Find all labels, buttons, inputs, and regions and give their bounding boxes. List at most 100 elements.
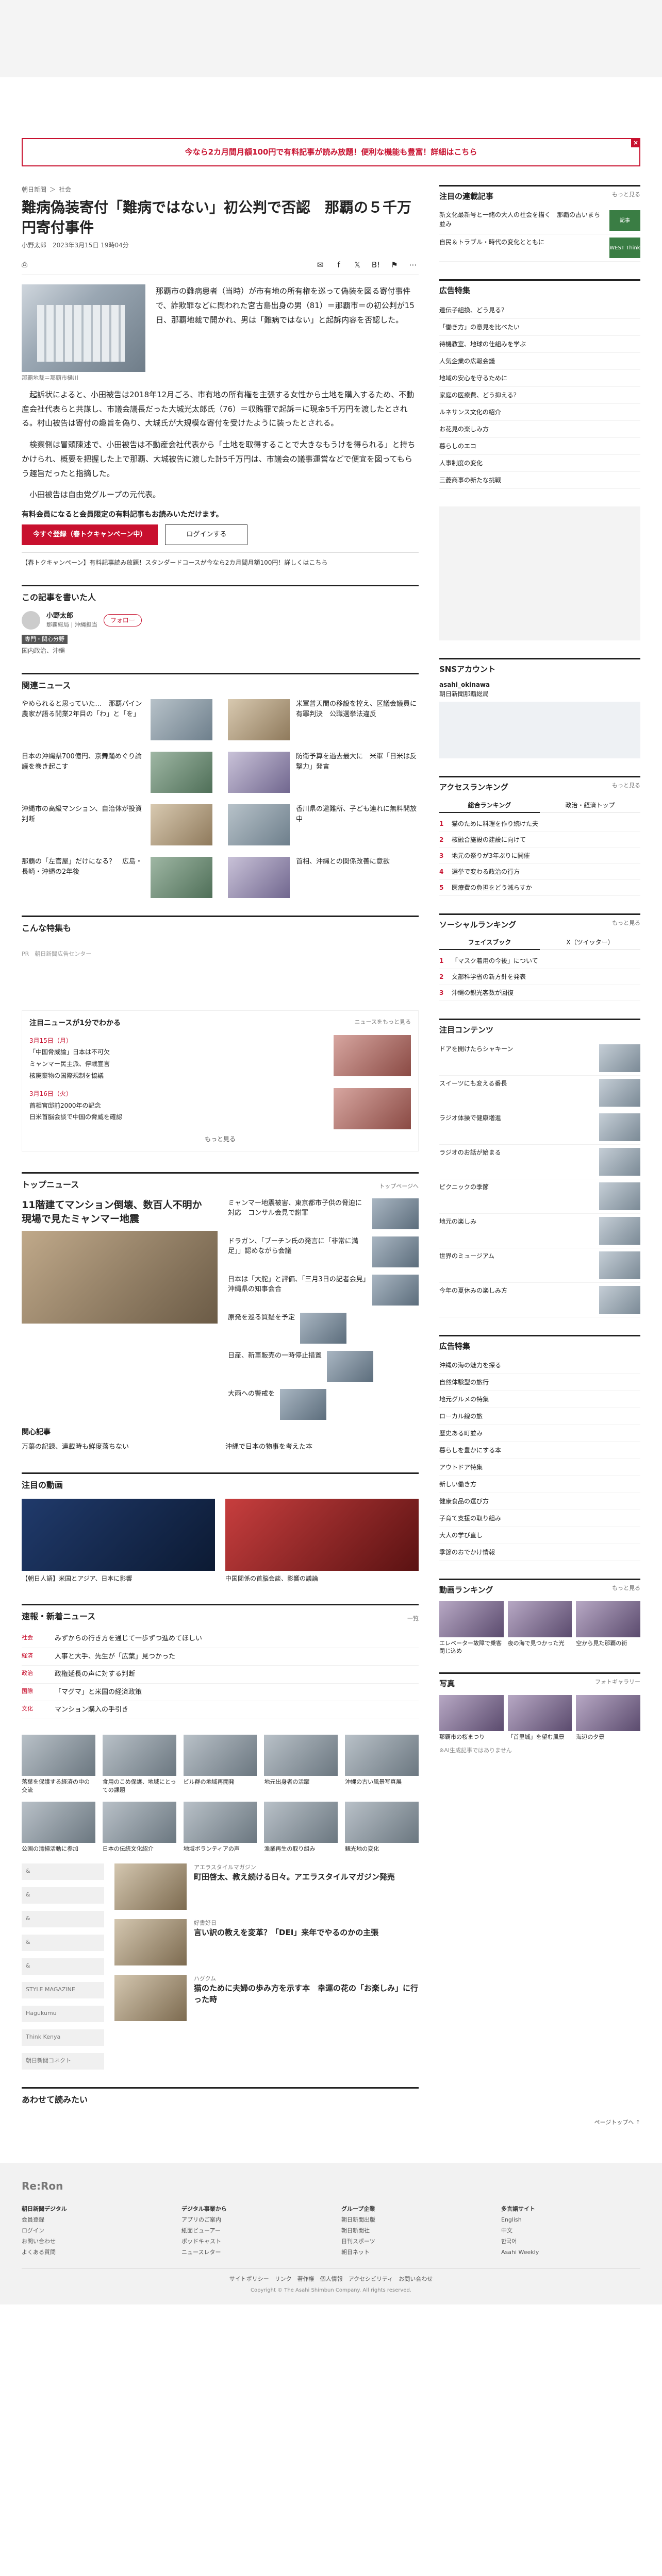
list-item[interactable]: 歴史ある町並み <box>439 1425 640 1442</box>
list-item[interactable]: 原発を巡る質疑を予定 <box>228 1312 419 1344</box>
login-button[interactable]: ログインする <box>165 524 248 545</box>
list-item[interactable]: 香川県の避難所、子ども連れに無料開放中 <box>228 804 419 846</box>
list-item[interactable]: 食用のこめ保護、地域にとっての課題 <box>102 1734 176 1794</box>
list-item[interactable]: 2 核融合施設の建設に向けて <box>439 832 640 848</box>
list-item[interactable]: 今年の夏休みの楽しみ方 <box>439 1283 640 1317</box>
bookmark-icon[interactable]: ⚑ <box>389 259 400 271</box>
footer-link[interactable]: Asahi Weekly <box>501 2249 539 2256</box>
list-item[interactable]: ラジオ体操で健康増進 <box>439 1110 640 1145</box>
list-item[interactable]: 公園の清掃活動に参加 <box>22 1801 95 1853</box>
promo-banner[interactable]: 今なら2カ月間月額100円で有料記事が読み放題！便利な機能も豊富！詳細はこちら … <box>22 138 640 166</box>
video-item[interactable]: 夜の海で見つかった光 <box>507 1601 572 1655</box>
tab-x[interactable]: X（ツイッター） <box>540 936 640 950</box>
list-item[interactable]: 国際 「マグマ」と米国の経済政策 <box>22 1684 419 1702</box>
brand-logo[interactable]: & <box>22 1887 104 1904</box>
list-item[interactable]: 4 選挙で変わる政治の行方 <box>439 864 640 880</box>
top-link[interactable]: トップページへ <box>379 1182 419 1191</box>
brand-logo[interactable]: Hagukumu <box>22 2005 104 2022</box>
movie-link[interactable]: もっと見る <box>612 1584 640 1596</box>
list-item[interactable]: 首相、沖縄との関係改善に意欲 <box>228 857 419 899</box>
list-item[interactable]: 人事制度の変化 <box>439 455 640 472</box>
footer-link[interactable]: ニュースレター <box>181 2249 221 2256</box>
pick-link[interactable]: ニュースをもっと見る <box>355 1018 411 1029</box>
list-item[interactable]: 日本の沖縄県700億円、京舞踊めぐり論議を巻き起こす <box>22 752 212 793</box>
brand-logo[interactable]: & <box>22 1863 104 1880</box>
list-item[interactable]: 観光地の変化 <box>345 1801 419 1853</box>
list-item[interactable]: 季節のおでかけ情報 <box>439 1544 640 1561</box>
list-item[interactable]: 三菱商事の新たな挑戦 <box>439 472 640 489</box>
footer-link[interactable]: 朝日新聞出版 <box>341 2216 375 2223</box>
list-item[interactable]: 沖縄で日本の物事を考えた本 <box>225 1442 419 1452</box>
list-item[interactable]: 暮らしを豊かにする本 <box>439 1442 640 1459</box>
list-item[interactable]: 地域の安心を守るために <box>439 370 640 387</box>
ranking-link[interactable]: 一覧 <box>407 1615 419 1623</box>
brand-logo[interactable]: & <box>22 1910 104 1927</box>
list-item[interactable]: 1 猫のために料理を作り続けた夫 <box>439 816 640 832</box>
footer-link[interactable]: よくある質問 <box>22 2249 56 2256</box>
list-item[interactable]: ルネサンス文化の紹介 <box>439 404 640 421</box>
list-item[interactable]: 落葉を保護する経済の中の交流 <box>22 1734 95 1794</box>
access-link[interactable]: もっと見る <box>612 782 640 793</box>
list-item[interactable]: ドラガン、「ブーチン氏の発言に「非常に満足」」認めながら会議 <box>228 1236 419 1267</box>
list-item[interactable]: 大雨への警戒を <box>228 1388 419 1420</box>
video-item[interactable]: エレベーター故障で乗客閉じ込め <box>439 1601 504 1655</box>
tab-facebook[interactable]: フェイスブック <box>439 936 540 950</box>
footer-brand[interactable]: Re:Ron <box>22 2178 640 2194</box>
brand-logo[interactable]: 朝日新聞コネクト <box>22 2053 104 2070</box>
list-item[interactable]: 社会 みずからの行き方を通じて一歩ずつ進めてほしい <box>22 1630 419 1648</box>
x-icon[interactable]: 𝕏 <box>352 259 363 271</box>
list-item[interactable]: やめられると思っていた… 那覇パイン農家が語る開業2年目の「わ」と「を」 <box>22 699 212 741</box>
list-item[interactable]: 自然体験型の旅行 <box>439 1374 640 1391</box>
more-icon[interactable]: ⋯ <box>407 259 419 271</box>
list-item[interactable]: 経済 人事と大手、先生が「広葉」見つかった <box>22 1648 419 1666</box>
list-item[interactable]: 沖縄市の高級マンション、自治体が投資判断 <box>22 804 212 846</box>
list-item[interactable]: 新文化最新号と一緒の大人の社会を描く 那覇の古いまち並み 記事 <box>439 207 640 234</box>
list-item[interactable]: 米軍普天間の移設を控え、区議会議員に有罪判決 公職選挙法違反 <box>228 699 419 741</box>
footer-link[interactable]: 会員登録 <box>22 2216 44 2223</box>
side-attention-link[interactable]: もっと見る <box>612 191 640 202</box>
list-item[interactable]: スイーツにも変える番長 <box>439 1076 640 1110</box>
footer-link[interactable]: 한국어 <box>501 2238 517 2245</box>
list-item[interactable]: 日本は「大舵」と評価、「三月3日の記者会見」沖縄県の知事会合 <box>228 1274 419 1306</box>
list-item[interactable]: 万葉の記録、連載時も鮮度落ちない <box>22 1442 215 1452</box>
photo-item[interactable]: 那覇市の桜まつり <box>439 1694 504 1741</box>
list-item[interactable]: 3 沖縄の観光客数が回復 <box>439 985 640 1001</box>
list-item[interactable]: ラジオのお話が始まる <box>439 1145 640 1179</box>
list-item[interactable]: 1 「マスク着用の今後」について <box>439 953 640 969</box>
list-item[interactable]: 3 地元の祭りが3年ぶりに開催 <box>439 848 640 864</box>
list-item[interactable]: 新しい働き方 <box>439 1476 640 1493</box>
video-item[interactable]: 【朝日人語】米国とアジア、日本に影響 <box>22 1499 215 1583</box>
list-item[interactable]: 沖縄の古い風景写真展 <box>345 1734 419 1794</box>
list-item[interactable]: 首相官邸前2000年の記念 <box>29 1100 122 1112</box>
video-item[interactable]: 空から見た那覇の街 <box>576 1601 641 1655</box>
more-button[interactable]: もっと見る <box>29 1134 411 1144</box>
list-item[interactable]: 暮らしのエコ <box>439 438 640 455</box>
brand-article[interactable]: ハグクム 猫のために夫婦の歩み方を示す本 幸運の花の「お楽しみ」に行った時 <box>114 1974 419 2021</box>
side-ad[interactable] <box>439 506 640 640</box>
list-item[interactable]: ローカル線の旅 <box>439 1408 640 1425</box>
hatena-icon[interactable]: B! <box>370 259 382 271</box>
footer-link[interactable]: 中文 <box>501 2227 512 2234</box>
list-item[interactable]: 世界のミュージアム <box>439 1248 640 1283</box>
list-item[interactable]: 2 文部科学省の新方針を発表 <box>439 969 640 985</box>
sns-name[interactable]: asahi_okinawa <box>439 681 490 688</box>
close-icon[interactable]: × <box>631 138 640 147</box>
footer-link[interactable]: 紙面ビューアー <box>181 2227 221 2234</box>
facebook-icon[interactable]: f <box>333 259 344 271</box>
brand-article[interactable]: アエラスタイルマガジン 町田啓太、教え続ける日々。アエラスタイルマガジン発売 <box>114 1863 419 1910</box>
list-item[interactable]: ピクニックの季節 <box>439 1179 640 1214</box>
list-item[interactable]: 家庭の医療費、どう抑える？ <box>439 387 640 404</box>
social-link[interactable]: もっと見る <box>612 919 640 931</box>
footer-link[interactable]: 朝日ネット <box>341 2249 370 2256</box>
list-item[interactable]: 地元の楽しみ <box>439 1214 640 1248</box>
list-item[interactable]: 地域ボランティアの声 <box>183 1801 257 1853</box>
list-item[interactable]: 地元出身者の活躍 <box>264 1734 338 1794</box>
mail-icon[interactable]: ✉ <box>315 259 326 271</box>
brand-logo[interactable]: & <box>22 1934 104 1951</box>
list-item[interactable]: 自民＆トラブル・時代の変化とともに WEST Think <box>439 234 640 262</box>
list-item[interactable]: 日本の伝統文化紹介 <box>102 1801 176 1853</box>
list-item[interactable]: 沖縄の海の魅力を探る <box>439 1357 640 1374</box>
photo-item[interactable]: 「首里城」を望む風景 <box>507 1694 572 1741</box>
sns-embed[interactable] <box>439 702 640 758</box>
list-item[interactable]: 子育て支援の取り組み <box>439 1510 640 1527</box>
